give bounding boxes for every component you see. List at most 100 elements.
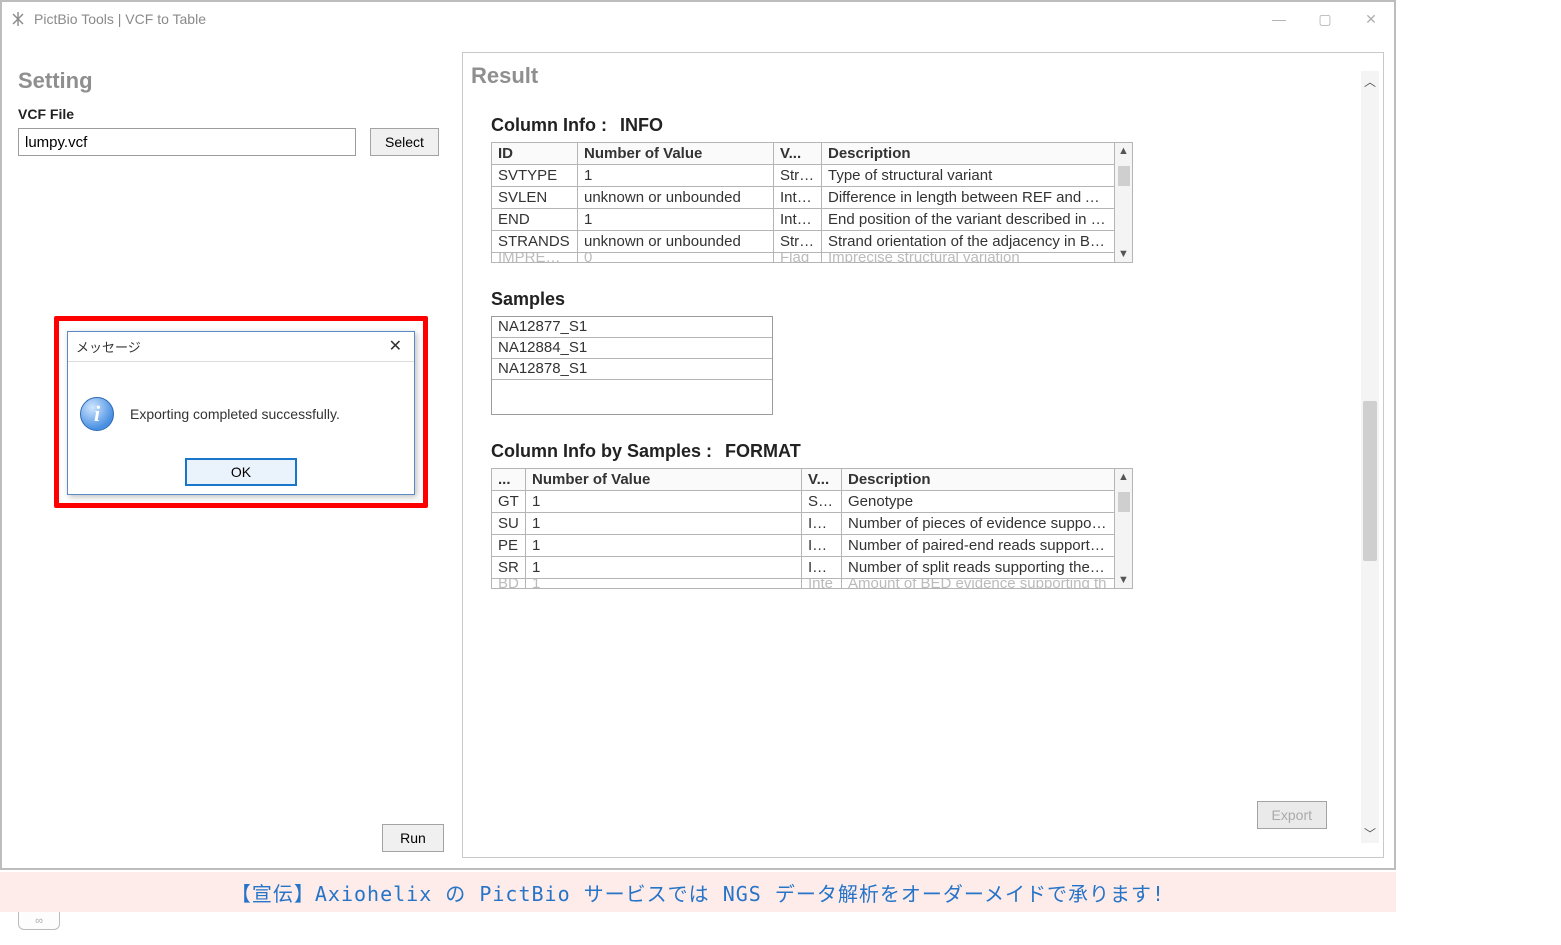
table-row[interactable]: SR1Inte...Number of split reads supporti… bbox=[492, 557, 1115, 579]
table-cell: PE bbox=[492, 535, 526, 557]
table-cell: Inte... bbox=[802, 557, 842, 579]
table-cell: 1 bbox=[526, 513, 802, 535]
format-th-vtype[interactable]: V... bbox=[802, 469, 842, 491]
table-cell: 1 bbox=[526, 491, 802, 513]
table-cell: GT bbox=[492, 491, 526, 513]
table-cell: Number of paired-end reads supporting ..… bbox=[842, 535, 1115, 557]
table-row[interactable]: STRANDSunknown or unboundedStringStrand … bbox=[492, 231, 1115, 253]
table-cell: Number of split reads supporting the va.… bbox=[842, 557, 1115, 579]
minimize-button[interactable]: — bbox=[1256, 2, 1302, 36]
info-th-vtype[interactable]: V... bbox=[774, 143, 822, 165]
dialog-highlight: メッセージ ✕ i Exporting completed successful… bbox=[54, 316, 428, 508]
list-item-empty bbox=[492, 380, 772, 414]
table-cell: 1 bbox=[526, 579, 802, 589]
format-th-id[interactable]: ... bbox=[492, 469, 526, 491]
table-row[interactable]: BD1InteAmount of BED evidence supporting… bbox=[492, 579, 1115, 589]
table-cell: SU bbox=[492, 513, 526, 535]
table-cell: 0 bbox=[578, 253, 774, 263]
table-row[interactable]: GT1Stri...Genotype bbox=[492, 491, 1115, 513]
result-panel: Result Column Info : INFO ID Number of V… bbox=[462, 52, 1384, 858]
table-cell: 1 bbox=[526, 535, 802, 557]
bottom-tab-icon: ∞ bbox=[18, 912, 60, 930]
dialog-close-button[interactable]: ✕ bbox=[383, 336, 408, 356]
scroll-thumb[interactable] bbox=[1118, 492, 1130, 512]
table-cell: Genotype bbox=[842, 491, 1115, 513]
scroll-up-icon: ▲ bbox=[1118, 145, 1129, 157]
table-cell: Inte bbox=[802, 579, 842, 589]
table-cell: STRANDS bbox=[492, 231, 578, 253]
list-item[interactable]: NA12877_S1 bbox=[492, 317, 772, 338]
info-icon: i bbox=[80, 397, 114, 431]
close-window-button[interactable]: ✕ bbox=[1348, 2, 1394, 36]
table-cell: Integ... bbox=[774, 209, 822, 231]
format-table: ... Number of Value V... Description GT1… bbox=[491, 468, 1115, 589]
table-cell: SVTYPE bbox=[492, 165, 578, 187]
dialog-titlebar: メッセージ ✕ bbox=[68, 332, 414, 362]
table-cell: Strand orientation of the adjacency in B… bbox=[822, 231, 1115, 253]
titlebar: PictBio Tools | VCF to Table — ▢ ✕ bbox=[2, 2, 1394, 36]
table-row[interactable]: SVLENunknown or unboundedInteg...Differe… bbox=[492, 187, 1115, 209]
scroll-down-icon: ▼ bbox=[1118, 248, 1129, 260]
scroll-thumb[interactable] bbox=[1363, 401, 1377, 561]
format-scrollbar[interactable]: ▲ ▼ bbox=[1115, 468, 1133, 589]
table-cell: Difference in length between REF and ALT… bbox=[822, 187, 1115, 209]
info-th-id[interactable]: ID bbox=[492, 143, 578, 165]
app-window: PictBio Tools | VCF to Table — ▢ ✕ Setti… bbox=[0, 0, 1396, 870]
samples-title: Samples bbox=[491, 289, 1355, 310]
table-row[interactable]: END1Integ...End position of the variant … bbox=[492, 209, 1115, 231]
table-cell: IMPRECISE bbox=[492, 253, 578, 263]
table-cell: BD bbox=[492, 579, 526, 589]
table-cell: SR bbox=[492, 557, 526, 579]
table-cell: Stri... bbox=[802, 491, 842, 513]
table-cell: unknown or unbounded bbox=[578, 187, 774, 209]
app-icon bbox=[10, 11, 26, 27]
info-th-num[interactable]: Number of Value bbox=[578, 143, 774, 165]
setting-panel: Setting VCF File Select メッセージ ✕ i Export… bbox=[12, 52, 456, 858]
select-file-button[interactable]: Select bbox=[370, 128, 439, 156]
message-dialog: メッセージ ✕ i Exporting completed successful… bbox=[67, 331, 415, 495]
table-cell: Integ... bbox=[774, 187, 822, 209]
format-section-title: Column Info by Samples : FORMAT bbox=[491, 441, 1355, 462]
table-row[interactable]: SVTYPE1StringType of structural variant bbox=[492, 165, 1115, 187]
result-title: Result bbox=[471, 63, 1355, 89]
table-cell: String bbox=[774, 165, 822, 187]
table-cell: 1 bbox=[578, 209, 774, 231]
scroll-thumb[interactable] bbox=[1118, 166, 1130, 186]
info-table: ID Number of Value V... Description SVTY… bbox=[491, 142, 1115, 263]
vcf-file-input[interactable] bbox=[18, 128, 356, 156]
table-cell: SVLEN bbox=[492, 187, 578, 209]
scroll-down-icon: ▼ bbox=[1118, 574, 1129, 586]
result-scrollbar[interactable]: ︿ ﹀ bbox=[1361, 71, 1379, 843]
table-cell: Number of pieces of evidence supportin..… bbox=[842, 513, 1115, 535]
table-cell: END bbox=[492, 209, 578, 231]
table-cell: Type of structural variant bbox=[822, 165, 1115, 187]
dialog-ok-button[interactable]: OK bbox=[185, 458, 297, 486]
info-table-shell: ID Number of Value V... Description SVTY… bbox=[491, 142, 1133, 263]
footer-banner: 【宣伝】Axiohelix の PictBio サービスでは NGS データ解析… bbox=[0, 872, 1396, 912]
scroll-up-icon: ︿ bbox=[1364, 73, 1376, 89]
dialog-message: Exporting completed successfully. bbox=[130, 406, 340, 422]
table-row[interactable]: IMPRECISE0FlagImprecise structural varia… bbox=[492, 253, 1115, 263]
table-row[interactable]: PE1Inte...Number of paired-end reads sup… bbox=[492, 535, 1115, 557]
table-row[interactable]: SU1Inte...Number of pieces of evidence s… bbox=[492, 513, 1115, 535]
info-scrollbar[interactable]: ▲ ▼ bbox=[1115, 142, 1133, 263]
scroll-up-icon: ▲ bbox=[1118, 471, 1129, 483]
list-item[interactable]: NA12884_S1 bbox=[492, 338, 772, 359]
table-cell: 1 bbox=[526, 557, 802, 579]
setting-title: Setting bbox=[18, 68, 450, 94]
run-button[interactable]: Run bbox=[382, 824, 444, 852]
samples-list[interactable]: NA12877_S1NA12884_S1NA12878_S1 bbox=[491, 316, 773, 415]
maximize-button[interactable]: ▢ bbox=[1302, 2, 1348, 36]
format-th-desc[interactable]: Description bbox=[842, 469, 1115, 491]
format-table-shell: ... Number of Value V... Description GT1… bbox=[491, 468, 1133, 589]
table-cell: Inte... bbox=[802, 535, 842, 557]
list-item[interactable]: NA12878_S1 bbox=[492, 359, 772, 380]
format-th-num[interactable]: Number of Value bbox=[526, 469, 802, 491]
table-cell: Imprecise structural variation bbox=[822, 253, 1115, 263]
info-th-desc[interactable]: Description bbox=[822, 143, 1115, 165]
info-section-title: Column Info : INFO bbox=[491, 115, 1355, 136]
table-cell: End position of the variant described in… bbox=[822, 209, 1115, 231]
export-button[interactable]: Export bbox=[1257, 801, 1327, 829]
table-cell: Flag bbox=[774, 253, 822, 263]
table-cell: 1 bbox=[578, 165, 774, 187]
